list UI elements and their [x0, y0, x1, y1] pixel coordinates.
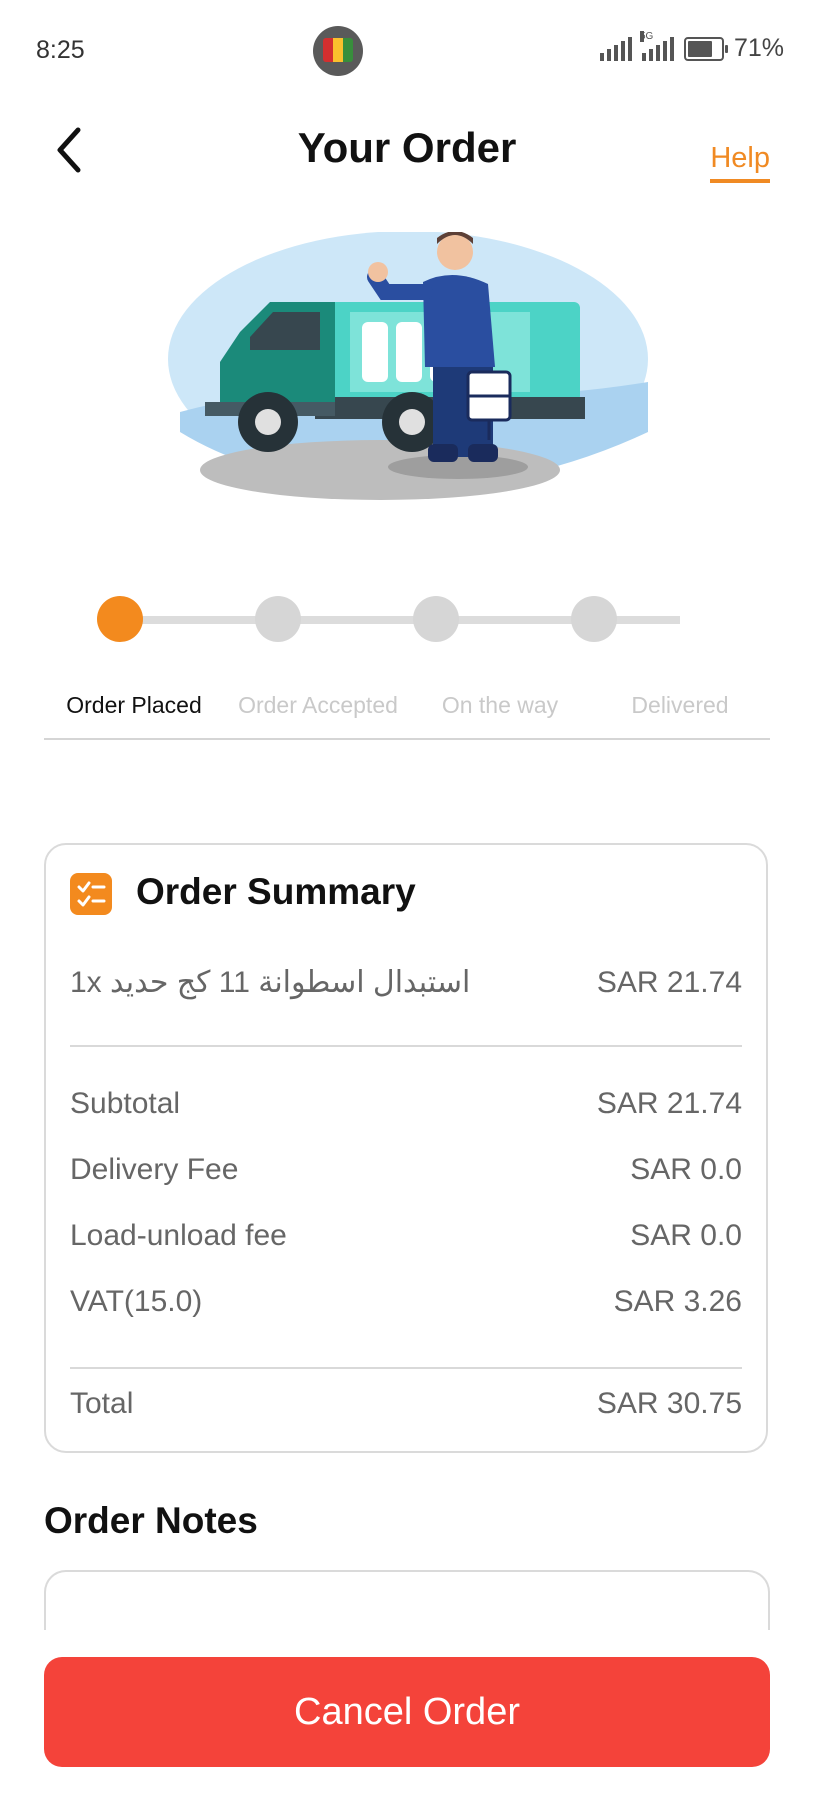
signal-5g-icon: 5G: [639, 30, 674, 61]
step-dot-delivered: [571, 596, 617, 642]
total-label: Total: [70, 1387, 134, 1420]
summary-divider-total: [70, 1367, 742, 1369]
delivery-fee-row: Delivery Fee SAR 0.0: [70, 1153, 742, 1187]
load-unload-fee-row: Load-unload fee SAR 0.0: [70, 1219, 742, 1253]
header: Your Order Help: [0, 100, 814, 200]
app-notification-icon: [313, 26, 363, 76]
vat-value: SAR 3.26: [613, 1285, 742, 1318]
delivery-fee-label: Delivery Fee: [70, 1153, 239, 1186]
signal-icon: [599, 36, 632, 61]
subtotal-label: Subtotal: [70, 1087, 181, 1120]
load-unload-fee-value: SAR 0.0: [630, 1219, 742, 1252]
cancel-order-button[interactable]: Cancel Order: [44, 1657, 770, 1767]
step-label-on-the-way: On the way: [441, 692, 559, 718]
subtotal-value: SAR 21.74: [596, 1087, 742, 1120]
step-dot-accepted: [255, 596, 301, 642]
battery-icon: [683, 36, 728, 61]
order-progress-stepper: Order Placed Order Accepted On the way D…: [44, 590, 770, 740]
network-label: 5G: [639, 30, 654, 42]
total-row: Total SAR 30.75: [70, 1387, 742, 1421]
order-notes-title: Order Notes: [44, 1500, 258, 1541]
order-notes-input[interactable]: [44, 1570, 770, 1630]
vat-row: VAT(15.0) SAR 3.26: [70, 1285, 742, 1319]
order-summary-title: Order Summary: [136, 871, 416, 912]
step-label-delivered: Delivered: [631, 692, 729, 718]
step-dot-placed: [97, 596, 143, 642]
summary-divider: [70, 1045, 742, 1047]
help-link[interactable]: Help: [710, 142, 770, 183]
status-time: 8:25: [36, 36, 85, 64]
delivery-fee-value: SAR 0.0: [630, 1153, 742, 1186]
subtotal-row: Subtotal SAR 21.74: [70, 1087, 742, 1121]
order-item-row: 1x استبدال اسطوانة 11 كج حديد SAR 21.74: [70, 965, 742, 1000]
total-value: SAR 30.75: [596, 1387, 742, 1420]
delivery-illustration: [150, 231, 670, 562]
checklist-icon: [70, 873, 112, 915]
vat-label: VAT(15.0): [70, 1285, 203, 1318]
step-dot-on-the-way: [413, 596, 459, 642]
status-icons: 5G 71%: [599, 30, 784, 63]
step-label-accepted: Order Accepted: [238, 692, 398, 718]
order-summary-card: Order Summary 1x استبدال اسطوانة 11 كج ح…: [44, 843, 768, 1453]
order-item-name: 1x استبدال اسطوانة 11 كج حديد: [70, 966, 471, 999]
order-item-price: SAR 21.74: [596, 965, 742, 999]
load-unload-fee-label: Load-unload fee: [70, 1219, 287, 1252]
page-title: Your Order: [297, 124, 517, 171]
battery-percent: 71%: [733, 34, 784, 62]
status-bar: 8:25 5G 71%: [0, 0, 814, 100]
step-label-placed: Order Placed: [66, 692, 202, 718]
